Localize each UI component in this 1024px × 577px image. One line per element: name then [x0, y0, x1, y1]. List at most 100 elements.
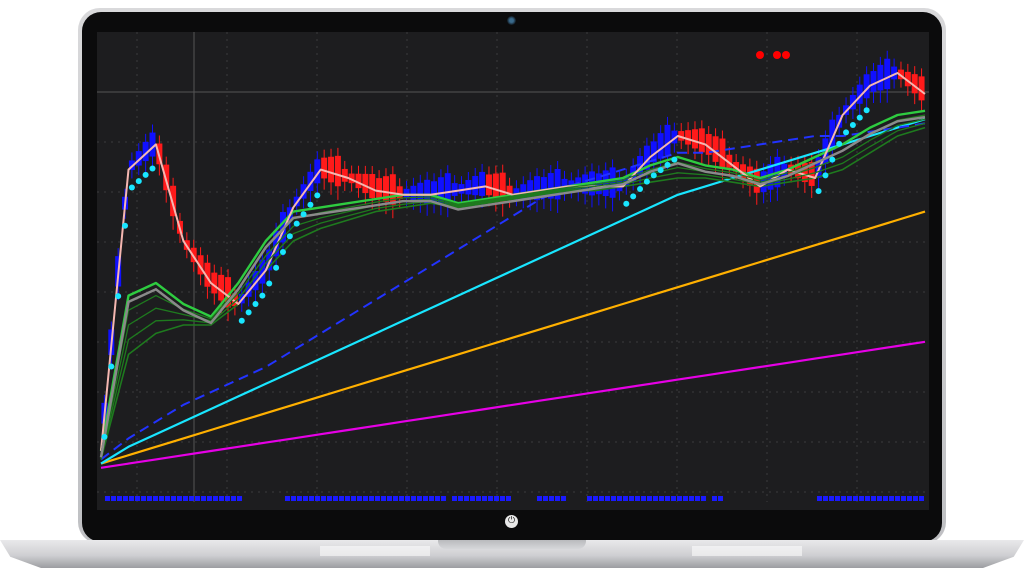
signal-dot [314, 192, 321, 199]
signal-dot [128, 184, 135, 191]
indicator-bar-block [411, 496, 416, 501]
indicator-bar-block [297, 496, 302, 501]
indicator-bar-block [629, 496, 634, 501]
indicator-bar-block [117, 496, 122, 501]
indicator-bar-block [237, 496, 242, 501]
indicator-bar-block [883, 496, 888, 501]
indicator-bar-block [506, 496, 511, 501]
candle-body [218, 274, 225, 301]
indicator-bar-block [537, 496, 542, 501]
indicator-bar-block [375, 496, 380, 501]
indicator-bar-block [623, 496, 628, 501]
indicator-bar-block [494, 496, 499, 501]
signal-dot [279, 249, 286, 256]
signal-dot [122, 222, 129, 229]
indicator-bar-block [871, 496, 876, 501]
signal-dot [671, 156, 678, 163]
signal-dot [822, 172, 829, 179]
indicator-bar-block [369, 496, 374, 501]
indicator-bar-block [561, 496, 566, 501]
indicator-bar-block [231, 496, 236, 501]
indicator-bar-block [201, 496, 206, 501]
indicator-bar-block [847, 496, 852, 501]
indicator-bar-block [488, 496, 493, 501]
indicator-bar-block [482, 496, 487, 501]
signal-dot [238, 317, 245, 324]
indicator-bar-block [435, 496, 440, 501]
indicator-bar-block [476, 496, 481, 501]
indicator-bar-block [458, 496, 463, 501]
indicator-bar-block [393, 496, 398, 501]
signal-dot [664, 161, 671, 168]
candle-body [321, 157, 328, 179]
candle-body [870, 71, 877, 92]
indicator-bar-block [605, 496, 610, 501]
indicator-bar-block [153, 496, 158, 501]
indicator-bar-block [183, 496, 188, 501]
indicator-bar-block [141, 496, 146, 501]
indicator-bar-block [877, 496, 882, 501]
indicator-bar-block [543, 496, 548, 501]
alert-dot [782, 51, 790, 59]
signal-dot [142, 171, 149, 178]
power-icon[interactable]: ⏻ [505, 515, 518, 528]
indicator-bar-block [853, 496, 858, 501]
indicator-bar-block [452, 496, 457, 501]
signal-dot [293, 220, 300, 227]
candle-body [465, 180, 472, 195]
indicator-bar-block [701, 496, 706, 501]
candle-body [657, 133, 664, 159]
indicator-bar-block [829, 496, 834, 501]
indicator-bar-block [405, 496, 410, 501]
indicator-bar-block [665, 496, 670, 501]
indicator-bar-block [841, 496, 846, 501]
indicator-bar-block [135, 496, 140, 501]
indicator-bar-block [129, 496, 134, 501]
signal-dot [856, 114, 863, 121]
signal-dot [849, 121, 856, 128]
indicator-bar-block [653, 496, 658, 501]
indicator-bar-block [470, 496, 475, 501]
indicator-bar-block [105, 496, 110, 501]
candle-body [451, 183, 458, 196]
indicator-bar-block [441, 496, 446, 501]
indicator-bar-block [225, 496, 230, 501]
indicator-bar-block [907, 496, 912, 501]
indicator-bar-block [351, 496, 356, 501]
indicator-bar-block [423, 496, 428, 501]
indicator-bar-block [333, 496, 338, 501]
signal-dot [300, 211, 307, 218]
base-highlight [320, 546, 430, 556]
signal-dot [836, 140, 843, 147]
indicator-bar-block [189, 496, 194, 501]
indicator-bar-block [177, 496, 182, 501]
candle-body [877, 64, 884, 91]
candle-body [685, 130, 692, 145]
indicator-bar-block [659, 496, 664, 501]
indicator-bar-block [327, 496, 332, 501]
trading-chart [97, 32, 929, 510]
signal-dot [115, 293, 122, 300]
indicator-bar-block [677, 496, 682, 501]
indicator-bar-block [309, 496, 314, 501]
indicator-bar-block [689, 496, 694, 501]
indicator-bar-block [835, 496, 840, 501]
indicator-bar-block [339, 496, 344, 501]
candle-body [719, 138, 726, 169]
candle-body [691, 129, 698, 149]
indicator-bar-block [303, 496, 308, 501]
signal-dot [623, 200, 630, 207]
indicator-bar-block [159, 496, 164, 501]
candle-body [485, 174, 492, 196]
signal-dot [101, 433, 108, 440]
indicator-bar-block [165, 496, 170, 501]
alert-dot [756, 51, 764, 59]
indicator-bar-block [611, 496, 616, 501]
indicator-bar-block [171, 496, 176, 501]
indicator-bar-block [291, 496, 296, 501]
indicator-bar-block [429, 496, 434, 501]
indicator-bar-block [647, 496, 652, 501]
camera-icon [507, 16, 516, 25]
laptop-notch [438, 540, 586, 549]
indicator-bar-block [889, 496, 894, 501]
